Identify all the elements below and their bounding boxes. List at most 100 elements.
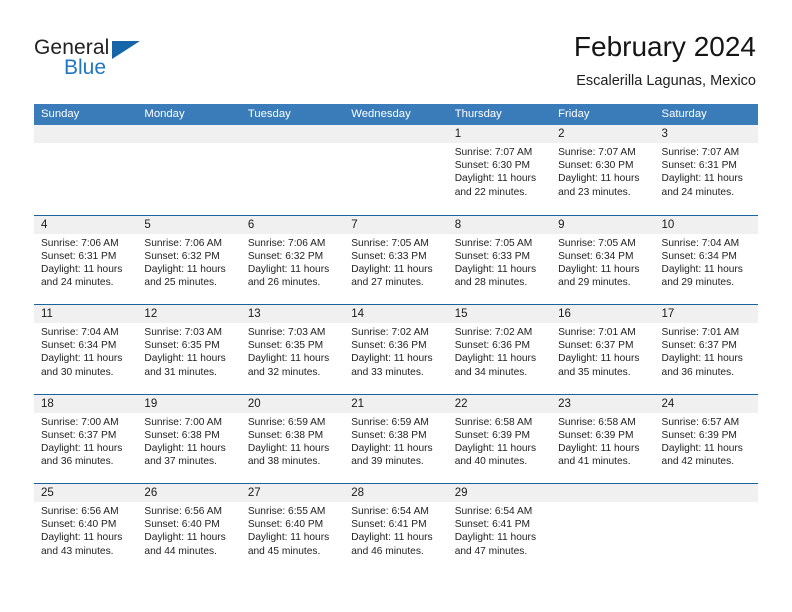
sunrise-text: Sunrise: 6:58 AM <box>454 416 533 428</box>
day-number: 2 <box>551 125 655 143</box>
day-sun-info <box>34 143 137 146</box>
day-cell-8[interactable]: 8 Sunrise: 7:05 AM Sunset: 6:33 PM Daylight… <box>447 215 552 304</box>
day-number: 17 <box>654 305 758 323</box>
day-cell-26[interactable]: 26 Sunrise: 6:56 AM Sunset: 6:40 PM Dayligh… <box>137 484 241 573</box>
sunrise-text: Sunrise: 6:54 AM <box>351 506 429 517</box>
day-sun-info: Sunrise: 6:57 AM Sunset: 6:39 PM Daylight:… <box>655 413 758 469</box>
daylight-text-line2: and 41 minutes. <box>558 456 631 468</box>
day-sun-info: Sunrise: 6:56 AM Sunset: 6:40 PM Daylight:… <box>137 502 240 558</box>
day-cell-1[interactable]: 1 Sunrise: 7:07 AM Sunset: 6:30 PM Daylight… <box>447 125 552 215</box>
day-cell-3[interactable]: 3 Sunrise: 7:07 AM Sunset: 6:31 PM Daylight… <box>654 125 758 215</box>
sunset-text: Sunset: 6:33 PM <box>454 250 531 262</box>
day-sun-info: Sunrise: 7:05 AM Sunset: 6:33 PM Daylight:… <box>448 234 551 290</box>
day-number: 1 <box>447 125 552 143</box>
day-number: 6 <box>240 215 345 234</box>
day-cell-6[interactable]: 6 Sunrise: 7:06 AM Sunset: 6:32 PM Daylight… <box>240 215 345 304</box>
day-cell-27[interactable]: 27 Sunrise: 6:55 AM Sunset: 6:40 PM Dayligh… <box>240 484 345 573</box>
day-cell-5[interactable]: 5 Sunrise: 7:06 AM Sunset: 6:32 PM Daylight… <box>137 215 241 304</box>
sunrise-text: Sunrise: 6:59 AM <box>247 416 326 428</box>
day-cell-2[interactable]: 2 Sunrise: 7:07 AM Sunset: 6:30 PM Daylight… <box>551 125 655 215</box>
daylight-text-line1: Daylight: 11 hours <box>351 353 433 365</box>
sunrise-text: Sunrise: 6:59 AM <box>351 416 429 428</box>
daylight-text-line2: and 44 minutes. <box>144 545 217 557</box>
daylight-text-line2: and 32 minutes. <box>247 366 321 378</box>
day-sun-info: Sunrise: 7:04 AM Sunset: 6:34 PM Daylight:… <box>655 234 758 290</box>
day-number: 8 <box>447 215 552 234</box>
day-cell-4[interactable]: 4 Sunrise: 7:06 AM Sunset: 6:31 PM Daylight… <box>34 215 138 304</box>
sunset-text: Sunset: 6:37 PM <box>661 340 737 352</box>
day-sun-info: Sunrise: 6:55 AM Sunset: 6:40 PM Daylight:… <box>241 502 344 558</box>
day-cell-21[interactable]: 21 Sunrise: 6:59 AM Sunset: 6:38 PM Dayligh… <box>344 394 448 483</box>
day-sun-info: Sunrise: 6:58 AM Sunset: 6:39 PM Daylight:… <box>448 413 551 469</box>
day-number: 21 <box>344 394 448 413</box>
daylight-text-line1: Daylight: 11 hours <box>41 532 123 544</box>
sunset-text: Sunset: 6:40 PM <box>144 519 220 531</box>
day-cell-29[interactable]: 29 Sunrise: 6:54 AM Sunset: 6:41 PM Dayligh… <box>447 484 552 573</box>
daylight-text-line1: Daylight: 11 hours <box>144 442 226 454</box>
day-number <box>654 484 758 502</box>
day-sun-info: Sunrise: 7:02 AM Sunset: 6:36 PM Daylight:… <box>344 323 447 379</box>
day-number: 5 <box>137 215 241 234</box>
sunrise-text: Sunrise: 7:07 AM <box>454 147 533 158</box>
day-cell-13[interactable]: 13 Sunrise: 7:03 AM Sunset: 6:35 PM Dayligh… <box>240 305 345 394</box>
logo-text-blue: Blue <box>64 56 107 79</box>
day-number: 18 <box>34 394 138 413</box>
day-sun-info: Sunrise: 7:07 AM Sunset: 6:30 PM Daylight:… <box>551 143 654 199</box>
daylight-text-line1: Daylight: 11 hours <box>144 532 226 544</box>
day-sun-info: Sunrise: 7:06 AM Sunset: 6:31 PM Daylight:… <box>34 234 137 290</box>
day-sun-info: Sunrise: 6:56 AM Sunset: 6:40 PM Daylight:… <box>34 502 137 558</box>
sunrise-text: Sunrise: 6:54 AM <box>454 506 533 517</box>
daylight-text-line1: Daylight: 11 hours <box>247 263 330 275</box>
day-sun-info: Sunrise: 7:00 AM Sunset: 6:38 PM Daylight:… <box>137 413 240 469</box>
day-number: 28 <box>344 484 448 502</box>
sunset-text: Sunset: 6:34 PM <box>558 250 634 262</box>
day-cell-empty <box>654 484 758 573</box>
day-cell-17[interactable]: 17 Sunrise: 7:01 AM Sunset: 6:37 PM Dayligh… <box>654 305 758 394</box>
calendar-week-row: 18 Sunrise: 7:00 AM Sunset: 6:37 PM Dayligh… <box>34 393 758 483</box>
day-cell-24[interactable]: 24 Sunrise: 6:57 AM Sunset: 6:39 PM Dayligh… <box>654 394 758 483</box>
day-number: 7 <box>344 215 448 234</box>
day-cell-12[interactable]: 12 Sunrise: 7:03 AM Sunset: 6:35 PM Dayligh… <box>137 305 241 394</box>
day-cell-16[interactable]: 16 Sunrise: 7:01 AM Sunset: 6:37 PM Dayligh… <box>551 305 655 394</box>
daylight-text-line1: Daylight: 11 hours <box>661 173 743 185</box>
day-cell-20[interactable]: 20 Sunrise: 6:59 AM Sunset: 6:38 PM Dayligh… <box>240 394 345 483</box>
day-cell-22[interactable]: 22 Sunrise: 6:58 AM Sunset: 6:39 PM Dayligh… <box>447 394 552 483</box>
sunrise-text: Sunrise: 7:06 AM <box>41 237 119 249</box>
day-sun-info <box>241 143 344 146</box>
general-blue-logo[interactable]: General Blue <box>34 36 254 92</box>
sunset-text: Sunset: 6:31 PM <box>41 250 117 262</box>
daylight-text-line1: Daylight: 11 hours <box>144 263 226 275</box>
day-number: 26 <box>137 484 241 502</box>
day-number: 25 <box>34 484 138 502</box>
day-sun-info: Sunrise: 7:03 AM Sunset: 6:35 PM Daylight:… <box>137 323 240 379</box>
day-cell-10[interactable]: 10 Sunrise: 7:04 AM Sunset: 6:34 PM Dayligh… <box>654 215 758 304</box>
daylight-text-line2: and 30 minutes. <box>41 366 114 378</box>
day-cell-14[interactable]: 14 Sunrise: 7:02 AM Sunset: 6:36 PM Dayligh… <box>344 305 448 394</box>
day-cell-25[interactable]: 25 Sunrise: 6:56 AM Sunset: 6:40 PM Dayligh… <box>34 484 138 573</box>
calendar-week-row: 4 Sunrise: 7:06 AM Sunset: 6:31 PM Daylight… <box>34 214 758 304</box>
daylight-text-line2: and 29 minutes. <box>558 277 631 289</box>
daylight-text-line2: and 33 minutes. <box>351 366 424 378</box>
day-sun-info: Sunrise: 6:59 AM Sunset: 6:38 PM Daylight:… <box>344 413 447 469</box>
day-cell-23[interactable]: 23 Sunrise: 6:58 AM Sunset: 6:39 PM Dayligh… <box>551 394 655 483</box>
day-cell-28[interactable]: 28 Sunrise: 6:54 AM Sunset: 6:41 PM Dayligh… <box>344 484 448 573</box>
day-cell-empty <box>344 125 448 215</box>
day-number <box>240 125 345 143</box>
day-number: 10 <box>654 215 758 234</box>
weekday-header-thursday: Thursday <box>454 108 502 120</box>
day-sun-info: Sunrise: 6:54 AM Sunset: 6:41 PM Daylight:… <box>344 502 447 558</box>
calendar-week-row: 25 Sunrise: 6:56 AM Sunset: 6:40 PM Dayligh… <box>34 483 758 573</box>
day-cell-19[interactable]: 19 Sunrise: 7:00 AM Sunset: 6:38 PM Dayligh… <box>137 394 241 483</box>
day-cell-11[interactable]: 11 Sunrise: 7:04 AM Sunset: 6:34 PM Dayligh… <box>34 305 138 394</box>
sunrise-text: Sunrise: 7:07 AM <box>661 147 740 158</box>
day-cell-9[interactable]: 9 Sunrise: 7:05 AM Sunset: 6:34 PM Daylight… <box>551 215 655 304</box>
daylight-text-line1: Daylight: 11 hours <box>558 263 640 275</box>
day-cell-7[interactable]: 7 Sunrise: 7:05 AM Sunset: 6:33 PM Daylight… <box>344 215 448 304</box>
sunset-text: Sunset: 6:37 PM <box>41 429 117 441</box>
sunrise-text: Sunrise: 7:03 AM <box>247 327 326 338</box>
sunset-text: Sunset: 6:41 PM <box>454 519 531 531</box>
day-cell-18[interactable]: 18 Sunrise: 7:00 AM Sunset: 6:37 PM Dayligh… <box>34 394 138 483</box>
day-cell-15[interactable]: 15 Sunrise: 7:02 AM Sunset: 6:36 PM Dayligh… <box>447 305 552 394</box>
daylight-text-line2: and 35 minutes. <box>558 366 631 378</box>
sunset-text: Sunset: 6:34 PM <box>661 250 737 262</box>
